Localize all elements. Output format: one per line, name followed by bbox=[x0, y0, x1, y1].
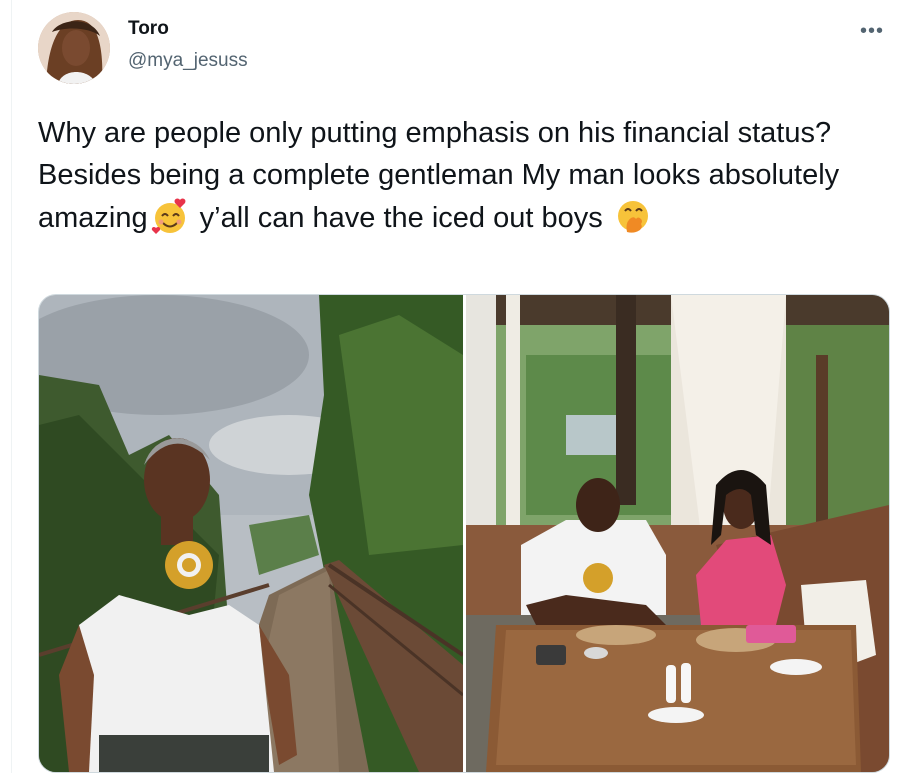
tweet-text: Why are people only putting emphasis on … bbox=[38, 112, 898, 239]
tweet-media[interactable] bbox=[38, 294, 890, 773]
avatar[interactable] bbox=[38, 12, 110, 84]
photo-couple-at-restaurant[interactable] bbox=[466, 295, 889, 772]
author-handle[interactable]: @mya_jesuss bbox=[128, 50, 248, 72]
author-name[interactable]: Toro bbox=[128, 18, 169, 40]
photo-man-on-boardwalk[interactable] bbox=[39, 295, 463, 772]
smiling-face-with-hearts-icon bbox=[150, 196, 190, 236]
more-options-button[interactable]: ••• bbox=[860, 20, 884, 43]
timeline-divider bbox=[11, 0, 12, 773]
tweet-text-part-2: y’all can have the iced out boys bbox=[191, 202, 611, 234]
face-with-hand-over-mouth-icon bbox=[613, 196, 653, 236]
